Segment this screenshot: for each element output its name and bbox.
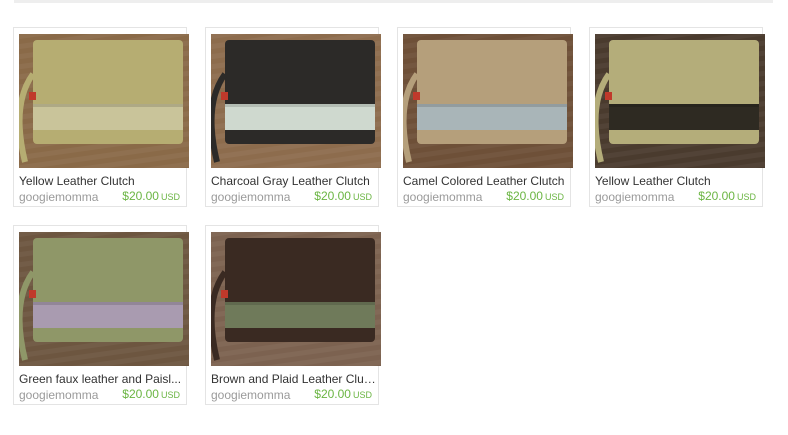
shop-name-link[interactable]: googiemomma xyxy=(211,388,290,402)
price-currency: USD xyxy=(736,192,756,202)
listing-price: $20.00 USD xyxy=(698,189,756,204)
listing-price: $20.00 USD xyxy=(122,387,180,402)
top-divider xyxy=(14,0,773,3)
listing-price: $20.00 USD xyxy=(506,189,564,204)
listing-title[interactable]: Brown and Plaid Leather Clutch xyxy=(211,372,379,386)
listing-thumbnail[interactable] xyxy=(403,34,573,168)
listing-card[interactable]: Camel Colored Leather Clutch googiemomma $… xyxy=(397,27,573,207)
clutch-photo-icon xyxy=(595,34,765,168)
listing-thumbnail[interactable] xyxy=(19,232,189,366)
price-currency: USD xyxy=(352,390,372,400)
price-amount: $20.00 xyxy=(314,387,351,401)
price-amount: $20.00 xyxy=(506,189,543,203)
price-currency: USD xyxy=(544,192,564,202)
clutch-photo-icon xyxy=(211,34,381,168)
price-currency: USD xyxy=(352,192,372,202)
price-currency: USD xyxy=(160,192,180,202)
listing-thumbnail[interactable] xyxy=(211,232,381,366)
price-amount: $20.00 xyxy=(698,189,735,203)
listing-card[interactable]: Yellow Leather Clutch googiemomma $20.00 US… xyxy=(13,27,189,207)
price-currency: USD xyxy=(160,390,180,400)
listing-thumbnail[interactable] xyxy=(19,34,189,168)
shop-name-link[interactable]: googiemomma xyxy=(19,190,98,204)
price-amount: $20.00 xyxy=(122,387,159,401)
listing-card[interactable]: Yellow Leather Clutch googiemomma $20.00 US… xyxy=(589,27,765,207)
shop-name-link[interactable]: googiemomma xyxy=(211,190,290,204)
listing-title[interactable]: Yellow Leather Clutch xyxy=(19,174,187,188)
listing-thumbnail[interactable] xyxy=(211,34,381,168)
shop-name-link[interactable]: googiemomma xyxy=(403,190,482,204)
listing-price: $20.00 USD xyxy=(314,189,372,204)
listing-title[interactable]: Green faux leather and Paisl... xyxy=(19,372,187,386)
price-amount: $20.00 xyxy=(122,189,159,203)
clutch-photo-icon xyxy=(19,34,189,168)
listing-title[interactable]: Charcoal Gray Leather Clutch xyxy=(211,174,379,188)
listing-card[interactable]: Green faux leather and Paisl... googiemom… xyxy=(13,225,189,405)
listing-price: $20.00 USD xyxy=(122,189,180,204)
listing-title[interactable]: Yellow Leather Clutch xyxy=(595,174,763,188)
clutch-photo-icon xyxy=(19,232,189,366)
shop-name-link[interactable]: googiemomma xyxy=(595,190,674,204)
listing-card[interactable]: Charcoal Gray Leather Clutch googiemomma $… xyxy=(205,27,381,207)
clutch-photo-icon xyxy=(211,232,381,366)
shop-name-link[interactable]: googiemomma xyxy=(19,388,98,402)
price-amount: $20.00 xyxy=(314,189,351,203)
listing-thumbnail[interactable] xyxy=(595,34,765,168)
listing-price: $20.00 USD xyxy=(314,387,372,402)
listing-card[interactable]: Brown and Plaid Leather Clutch googiemomm… xyxy=(205,225,381,405)
listing-title[interactable]: Camel Colored Leather Clutch xyxy=(403,174,571,188)
clutch-photo-icon xyxy=(403,34,573,168)
